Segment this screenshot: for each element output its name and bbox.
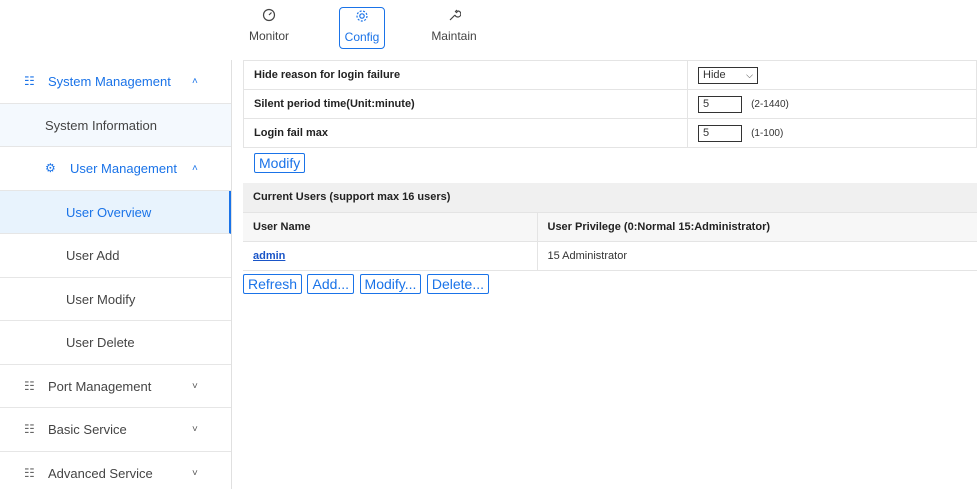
action-buttons: Refresh Add... Modify... Delete... <box>243 273 977 294</box>
grid-icon: ☷ <box>24 465 35 480</box>
maintain-label: Maintain <box>431 29 477 43</box>
config-label: Config <box>344 30 380 44</box>
sidebar-item-label: User Delete <box>66 335 135 350</box>
silent-period-row: Silent period time(Unit:minute) 5 (2-144… <box>243 89 977 119</box>
hide-reason-cell: Hide ⌵ <box>687 60 977 90</box>
sidebar-item-label: System Management <box>48 74 171 89</box>
sidebar: ☷ System Management ˄ System Information… <box>0 60 232 489</box>
user-link-admin[interactable]: admin <box>253 250 285 262</box>
sidebar-item-label: Port Management <box>48 378 152 394</box>
grid-icon: ☷ <box>24 378 35 393</box>
chevron-up-icon: ˄ <box>192 76 198 87</box>
modify-button[interactable]: Modify <box>254 153 306 173</box>
gauge-icon <box>243 7 295 29</box>
silent-period-cell: 5 (2-1440) <box>687 89 977 119</box>
hide-reason-label: Hide reason for login failure <box>243 60 688 90</box>
chevron-down-icon: ⌵ <box>746 69 753 80</box>
login-fail-input[interactable]: 5 <box>698 124 742 142</box>
hide-reason-row: Hide reason for login failure Hide ⌵ <box>243 60 977 90</box>
login-fail-range: (1-100) <box>751 127 784 139</box>
sidebar-item-user-management[interactable]: ⚙ User Management ˄ <box>0 147 231 191</box>
refresh-button[interactable]: Refresh <box>243 273 303 294</box>
silent-period-label: Silent period time(Unit:minute) <box>243 89 688 119</box>
sidebar-item-label: User Overview <box>66 204 152 220</box>
users-section-header: Current Users (support max 16 users) <box>243 183 977 213</box>
chevron-up-icon: ˄ <box>192 163 198 174</box>
user-privilege-cell: 15 Administrator <box>537 241 977 271</box>
sidebar-item-label: User Add <box>66 248 120 263</box>
col-user-privilege: User Privilege (0:Normal 15:Administrato… <box>537 212 977 242</box>
sidebar-item-system-management[interactable]: ☷ System Management ˄ <box>0 60 231 104</box>
sidebar-item-advanced-service[interactable]: ☷ Advanced Service ˅ <box>0 452 231 489</box>
add-button[interactable]: Add... <box>307 273 355 294</box>
users-table: Current Users (support max 16 users) Use… <box>243 183 977 271</box>
modify-row: Modify <box>243 148 977 178</box>
grid-icon: ☷ <box>24 422 35 436</box>
sidebar-item-basic-service[interactable]: ☷ Basic Service ˅ <box>0 408 231 452</box>
sidebar-item-label: Advanced Service <box>48 465 153 481</box>
sidebar-item-system-information[interactable]: System Information <box>0 103 231 147</box>
chevron-down-icon: ˅ <box>192 424 198 435</box>
wrench-icon <box>428 7 480 29</box>
hide-reason-value: Hide <box>703 68 726 81</box>
chevron-down-icon: ˅ <box>192 380 198 392</box>
login-fail-row: Login fail max 5 (1-100) <box>243 118 977 148</box>
silent-period-range: (2-1440) <box>751 98 789 110</box>
sidebar-item-user-overview[interactable]: User Overview <box>0 190 231 234</box>
main-content: Hide reason for login failure Hide ⌵ Sil… <box>243 60 977 294</box>
modify-user-button[interactable]: Modify... <box>359 273 422 294</box>
sidebar-item-label: User Management <box>70 161 177 176</box>
top-navigation: Monitor Config Maintain <box>0 0 977 60</box>
silent-period-input[interactable]: 5 <box>698 95 742 113</box>
grid-icon: ☷ <box>24 74 35 88</box>
sidebar-item-label: User Modify <box>66 291 136 307</box>
maintain-tab[interactable]: Maintain <box>428 7 480 49</box>
config-tab[interactable]: Config <box>339 7 385 49</box>
table-row: admin 15 Administrator <box>243 241 977 271</box>
sidebar-item-user-modify[interactable]: User Modify <box>0 278 231 321</box>
users-section-title: Current Users (support max 16 users) <box>243 183 977 213</box>
sidebar-item-user-delete[interactable]: User Delete <box>0 321 231 365</box>
monitor-label: Monitor <box>248 29 289 43</box>
login-fail-cell: 5 (1-100) <box>687 118 977 148</box>
sidebar-item-label: Basic Service <box>48 422 127 437</box>
delete-button[interactable]: Delete... <box>426 273 489 294</box>
chevron-down-icon: ˅ <box>192 467 198 479</box>
sidebar-item-port-management[interactable]: ☷ Port Management ˅ <box>0 365 231 408</box>
monitor-tab[interactable]: Monitor <box>243 7 295 49</box>
sidebar-item-label: System Information <box>45 117 157 133</box>
users-column-headers: User Name User Privilege (0:Normal 15:Ad… <box>243 212 977 242</box>
gear-icon: ⚙ <box>45 161 56 175</box>
login-settings-table: Hide reason for login failure Hide ⌵ Sil… <box>243 60 977 148</box>
user-name-cell: admin <box>243 241 538 271</box>
sidebar-item-user-add[interactable]: User Add <box>0 234 231 278</box>
gear-icon <box>340 8 384 30</box>
login-fail-label: Login fail max <box>243 118 688 148</box>
col-user-name: User Name <box>243 212 538 242</box>
hide-reason-select[interactable]: Hide ⌵ <box>698 66 758 84</box>
